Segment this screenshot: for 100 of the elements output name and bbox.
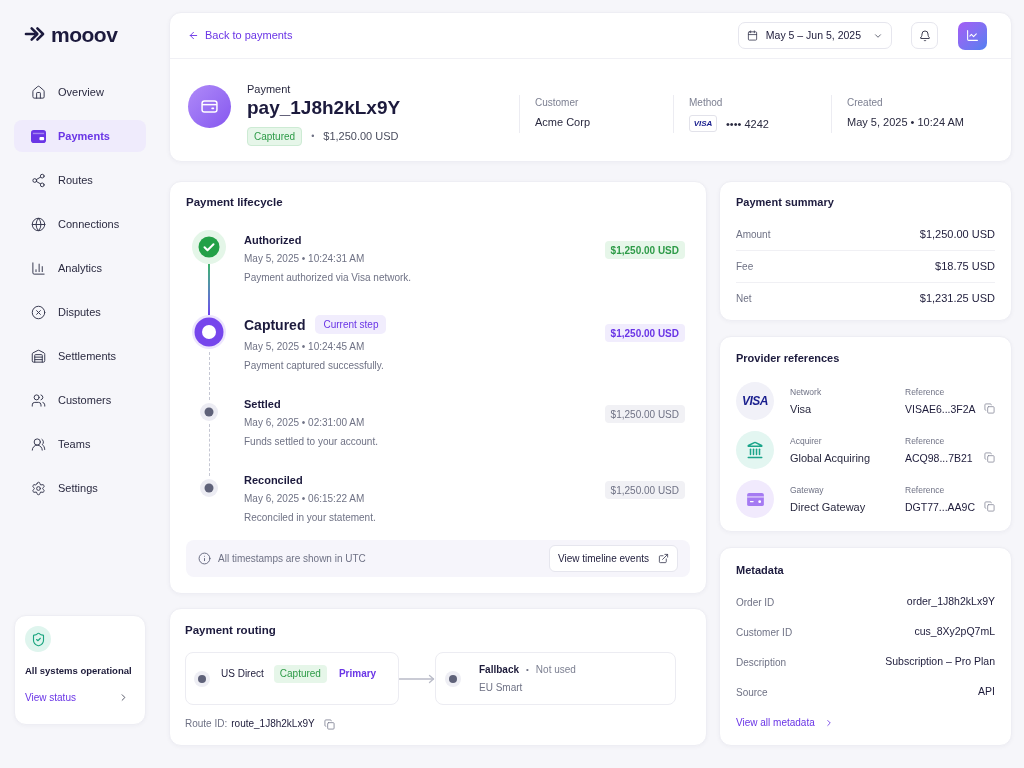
arrow-left-icon — [188, 30, 199, 41]
reference-label: Reference — [905, 435, 946, 447]
nav-item[interactable]: Analytics — [14, 252, 146, 284]
step-time: May 6, 2025 • 02:31:00 AM — [244, 416, 366, 430]
bank-icon — [736, 431, 774, 469]
metadata-label: Source — [736, 685, 768, 700]
step-amount: $1,250.00 USD — [604, 481, 685, 499]
shield-check-icon — [25, 626, 51, 652]
card-title: Metadata — [736, 563, 785, 578]
network-logo: VISA — [736, 382, 774, 420]
step-note: Payment captured successfully. — [244, 359, 385, 373]
summary-value: $18.75 USD — [935, 259, 995, 275]
line-chart-icon — [966, 29, 979, 42]
route-status-badge: Captured — [273, 664, 327, 683]
copy-icon[interactable] — [984, 500, 995, 512]
nav-item[interactable]: Settlements — [14, 340, 146, 372]
route-id-label: Route ID: — [185, 717, 228, 731]
provider-name: Global Acquiring — [790, 450, 872, 465]
provider-name: Visa — [790, 401, 813, 416]
provider-type: Acquirer — [790, 435, 823, 447]
provider-type: Gateway — [790, 484, 825, 496]
info-icon — [198, 552, 211, 565]
metadata-label: Description — [736, 655, 787, 670]
card-icon — [188, 85, 231, 128]
metadata-value: Subscription – Pro Plan — [885, 654, 995, 670]
users-icon — [31, 392, 46, 408]
route-name: EU Smart — [479, 680, 524, 695]
detail-value: •••• 4242 — [726, 116, 769, 131]
nav-item[interactable]: Payments — [14, 120, 146, 152]
view-timeline-button[interactable]: View timeline events — [549, 545, 678, 572]
brand-name: mooov — [51, 23, 118, 45]
nav-item[interactable]: Teams — [14, 428, 146, 460]
card-title: Payment summary — [736, 195, 835, 210]
summary-value: $1,250.00 USD — [919, 226, 995, 242]
summary-label: Fee — [736, 260, 754, 274]
nav-item[interactable]: Customers — [14, 384, 146, 416]
bullet-separator: • — [311, 129, 315, 143]
card-network-logo: VISA — [689, 115, 717, 132]
step-title: Captured — [244, 315, 306, 334]
card-icon — [736, 480, 774, 518]
route-role: Primary — [338, 667, 377, 681]
step-time: May 6, 2025 • 06:15:22 AM — [244, 492, 366, 506]
step-title: Authorized — [244, 233, 302, 248]
detail-value: May 5, 2025 • 10:24 AM — [847, 115, 965, 129]
view-metadata-link[interactable]: View all metadata — [736, 716, 834, 730]
external-link-icon — [658, 553, 669, 564]
detail-label: Customer — [535, 96, 580, 109]
copy-icon[interactable] — [984, 402, 995, 414]
timeline-line — [208, 264, 210, 315]
nav-item[interactable]: Connections — [14, 208, 146, 240]
provider-type: Network — [790, 386, 823, 398]
step-note: Payment authorized via Visa network. — [244, 271, 412, 285]
metadata-value: API — [978, 684, 995, 700]
route-dot-icon — [194, 670, 210, 687]
current-step-tag: Current step — [315, 315, 387, 334]
card-title: Payment routing — [185, 623, 277, 638]
notifications-button[interactable] — [911, 22, 938, 49]
back-link[interactable]: Back to payments — [188, 27, 293, 44]
status-badge: Captured — [247, 127, 303, 146]
step-title: Settled — [244, 397, 281, 412]
step-title: Reconciled — [244, 473, 303, 488]
nav-item[interactable]: Settings — [14, 472, 146, 504]
reference-value: VISAE6...3F2A — [905, 401, 977, 416]
warehouse-icon — [31, 348, 46, 364]
analytics-app-button[interactable] — [958, 21, 987, 50]
wallet-icon — [31, 128, 46, 144]
metadata-value: order_1J8h2kLx9Y — [906, 594, 995, 610]
detail-label: Created — [847, 96, 884, 109]
route-id: route_1J8h2kLx9Y — [231, 717, 315, 731]
circle-x-icon — [31, 304, 46, 320]
route-role: Fallback — [479, 662, 520, 677]
bell-icon — [918, 29, 931, 42]
copy-icon[interactable] — [323, 718, 335, 730]
summary-label: Net — [736, 292, 752, 306]
step-note: Funds settled to your account. — [244, 435, 378, 449]
bar-chart-icon — [31, 260, 46, 276]
step-amount: $1,250.00 USD — [604, 324, 685, 342]
nav-item[interactable]: Disputes — [14, 296, 146, 328]
view-status-link[interactable]: View status — [25, 691, 139, 704]
summary-value: $1,231.25 USD — [919, 291, 995, 307]
copy-icon[interactable] — [984, 451, 995, 463]
payment-id: pay_1J8h2kLx9Y — [247, 96, 402, 120]
notice-text: All timestamps are shown in UTC — [218, 552, 366, 566]
step-note: Reconciled in your statement. — [244, 511, 376, 525]
share-nodes-icon — [31, 172, 46, 188]
reference-label: Reference — [905, 386, 946, 398]
date-range-picker[interactable]: May 5 – Jun 5, 2025 — [737, 22, 892, 49]
card-title: Provider references — [736, 351, 841, 366]
step-amount: $1,250.00 USD — [604, 241, 685, 259]
payment-amount: $1,250.00 USD — [323, 129, 399, 145]
nav-item[interactable]: Overview — [14, 76, 146, 108]
nav-item[interactable]: Routes — [14, 164, 146, 196]
payment-label: Payment — [247, 83, 292, 96]
metadata-value: cus_8Xy2pQ7mL — [914, 624, 995, 640]
settings-icon — [31, 480, 46, 496]
calendar-icon — [746, 30, 758, 41]
people-icon — [31, 436, 46, 452]
step-amount: $1,250.00 USD — [604, 405, 685, 423]
timeline-line — [208, 424, 210, 476]
summary-label: Amount — [736, 227, 771, 242]
